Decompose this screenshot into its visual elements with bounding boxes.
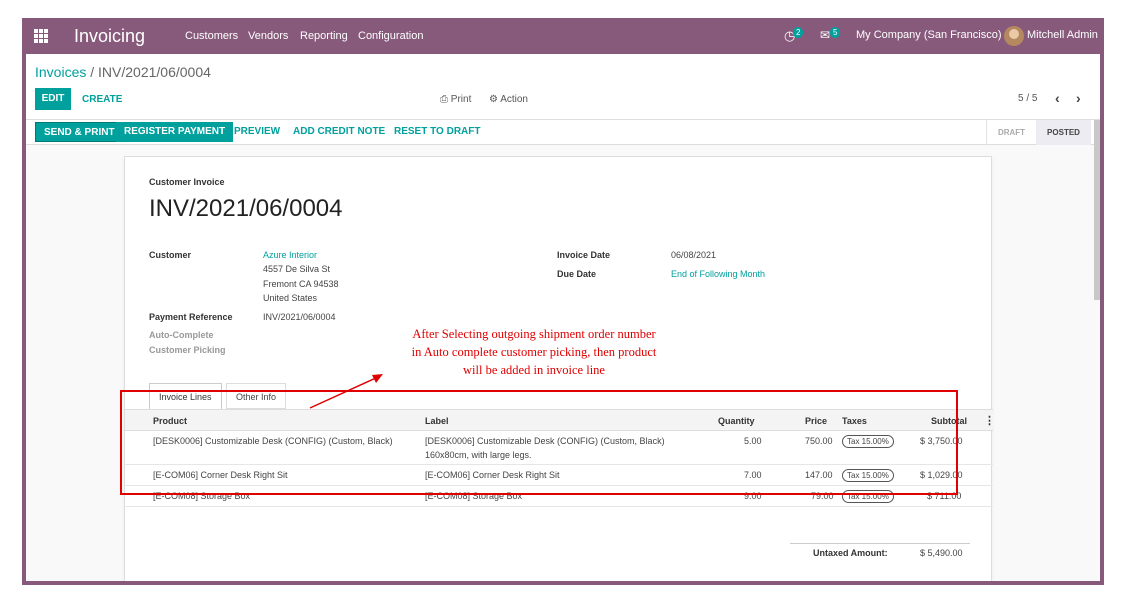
apps-menu-icon[interactable] [34,29,48,43]
row-quantity: 7.00 [744,470,762,480]
annotation-line1: After Selecting outgoing shipment order … [412,327,656,341]
due-date-label: Due Date [557,269,597,279]
breadcrumb-current: INV/2021/06/0004 [98,64,211,80]
table-row[interactable]: [DESK0006] Customizable Desk (CONFIG) (C… [125,431,993,465]
row-product: [E-COM06] Corner Desk Right Sit [153,470,288,480]
customer-link[interactable]: Azure Interior [263,250,317,260]
table-row[interactable]: [E-COM08] Storage Box [E-COM08] Storage … [125,486,993,507]
register-payment-button[interactable]: REGISTER PAYMENT [116,122,234,142]
customer-label: Customer [149,250,192,260]
breadcrumb-invoices-link[interactable]: Invoices [35,64,86,80]
table-row[interactable]: [E-COM06] Corner Desk Right Sit [E-COM06… [125,465,993,486]
row-label: [DESK0006] Customizable Desk (CONFIG) (C… [425,436,665,446]
messages-icon[interactable]: ✉ [820,28,830,42]
edit-button[interactable]: EDIT [35,88,71,110]
action-label: Action [500,94,528,105]
create-button[interactable]: CREATE [82,94,122,105]
column-subtotal[interactable]: Subtotal [931,416,967,426]
reset-to-draft-button[interactable]: RESET TO DRAFT [386,122,488,142]
optional-columns-icon[interactable]: ⋮ [984,414,995,427]
add-credit-note-button[interactable]: ADD CREDIT NOTE [285,122,393,142]
invoice-type: Customer Invoice [149,177,225,187]
control-panel: Invoices / INV/2021/06/0004 EDIT CREATE … [26,54,1100,120]
payment-reference-value: INV/2021/06/0004 [263,312,336,322]
app-frame: Invoicing Customers Vendors Reporting Co… [22,18,1104,585]
preview-button[interactable]: PREVIEW [226,122,288,142]
user-avatar[interactable] [1004,26,1024,46]
page-scrollbar[interactable] [1094,120,1100,300]
stage-posted: POSTED [1036,120,1091,145]
annotation-line2: in Auto complete customer picking, then … [411,345,657,359]
annotation-line3: will be added in invoice line [463,363,605,377]
row-price: 750.00 [805,436,833,446]
company-switcher[interactable]: My Company (San Francisco) [856,29,1002,41]
pager-previous-icon[interactable]: ‹ [1055,90,1060,106]
row-subtotal: $ 711.00 [927,491,962,501]
column-price[interactable]: Price [805,416,827,426]
untaxed-amount-value: $ 5,490.00 [920,548,963,558]
untaxed-amount-label: Untaxed Amount: [813,548,888,558]
due-date-value: End of Following Month [671,269,766,279]
row-label: [E-COM08] Storage Box [425,491,523,501]
row-product: [DESK0006] Customizable Desk (CONFIG) (C… [153,436,393,446]
breadcrumb-separator: / [90,64,95,80]
menu-configuration[interactable]: Configuration [358,30,423,42]
customer-address-line1: 4557 De Silva St [263,264,331,274]
customer-address-line2: Fremont CA 94538 [263,279,339,289]
row-product: [E-COM08] Storage Box [153,491,251,501]
tax-tag: Tax 15.00% [842,435,894,448]
invoice-date-label: Invoice Date [557,250,611,260]
column-quantity[interactable]: Quantity [718,416,755,426]
stage-draft[interactable]: DRAFT [986,120,1036,145]
row-subtotal: $ 3,750.00 [920,436,963,446]
tab-other-info[interactable]: Other Info [226,383,287,409]
row-label: [E-COM06] Corner Desk Right Sit [425,470,560,480]
invoice-title: INV/2021/06/0004 [149,195,343,222]
tax-tag: Tax 15.00% [842,469,894,482]
action-menu[interactable]: ⚙ Action [489,94,528,105]
activity-count-badge: 2 [793,27,804,38]
menu-vendors[interactable]: Vendors [248,30,288,42]
app-name[interactable]: Invoicing [74,26,145,47]
row-quantity: 5.00 [744,436,762,446]
messages-count-badge: 5 [830,27,841,38]
pager-value[interactable]: 5 / 5 [1018,93,1037,104]
menu-customers[interactable]: Customers [185,30,238,42]
tab-invoice-lines[interactable]: Invoice Lines [149,383,222,409]
invoice-date-value: 06/08/2021 [671,250,717,260]
row-quantity: 9.00 [744,491,762,501]
form-statusbar: SEND & PRINT REGISTER PAYMENT PREVIEW AD… [26,120,1100,145]
gear-icon: ⚙ [489,94,498,105]
payment-reference-label: Payment Reference [149,312,233,322]
row-price: 147.00 [805,470,833,480]
printer-icon: ⎙ [440,94,448,105]
annotation-text: After Selecting outgoing shipment order … [378,325,690,379]
column-label[interactable]: Label [425,416,449,426]
row-price: 79.00 [811,491,834,501]
tax-tag: Tax 15.00% [842,490,894,503]
main-navbar: Invoicing Customers Vendors Reporting Co… [22,18,1104,54]
print-menu[interactable]: ⎙ Print [440,94,471,105]
row-label-line2: 160x80cm, with large legs. [425,450,532,460]
print-label: Print [450,94,472,105]
user-menu[interactable]: Mitchell Admin [1027,29,1098,41]
menu-reporting[interactable]: Reporting [300,30,348,42]
column-product[interactable]: Product [153,416,187,426]
pager-next-icon[interactable]: › [1076,90,1081,106]
totals-divider [790,543,970,544]
customer-address-line3: United States [263,293,318,303]
column-taxes[interactable]: Taxes [842,416,867,426]
autocomplete-label-line1: Auto-Complete [149,330,214,340]
main-content: Invoices / INV/2021/06/0004 EDIT CREATE … [26,54,1100,581]
breadcrumb: Invoices / INV/2021/06/0004 [35,64,211,80]
row-subtotal: $ 1,029.00 [920,470,963,480]
autocomplete-label-line2: Customer Picking [149,345,226,355]
invoice-lines-header: Product Label Quantity Price Taxes Subto… [125,409,995,431]
send-print-button[interactable]: SEND & PRINT [35,122,124,142]
